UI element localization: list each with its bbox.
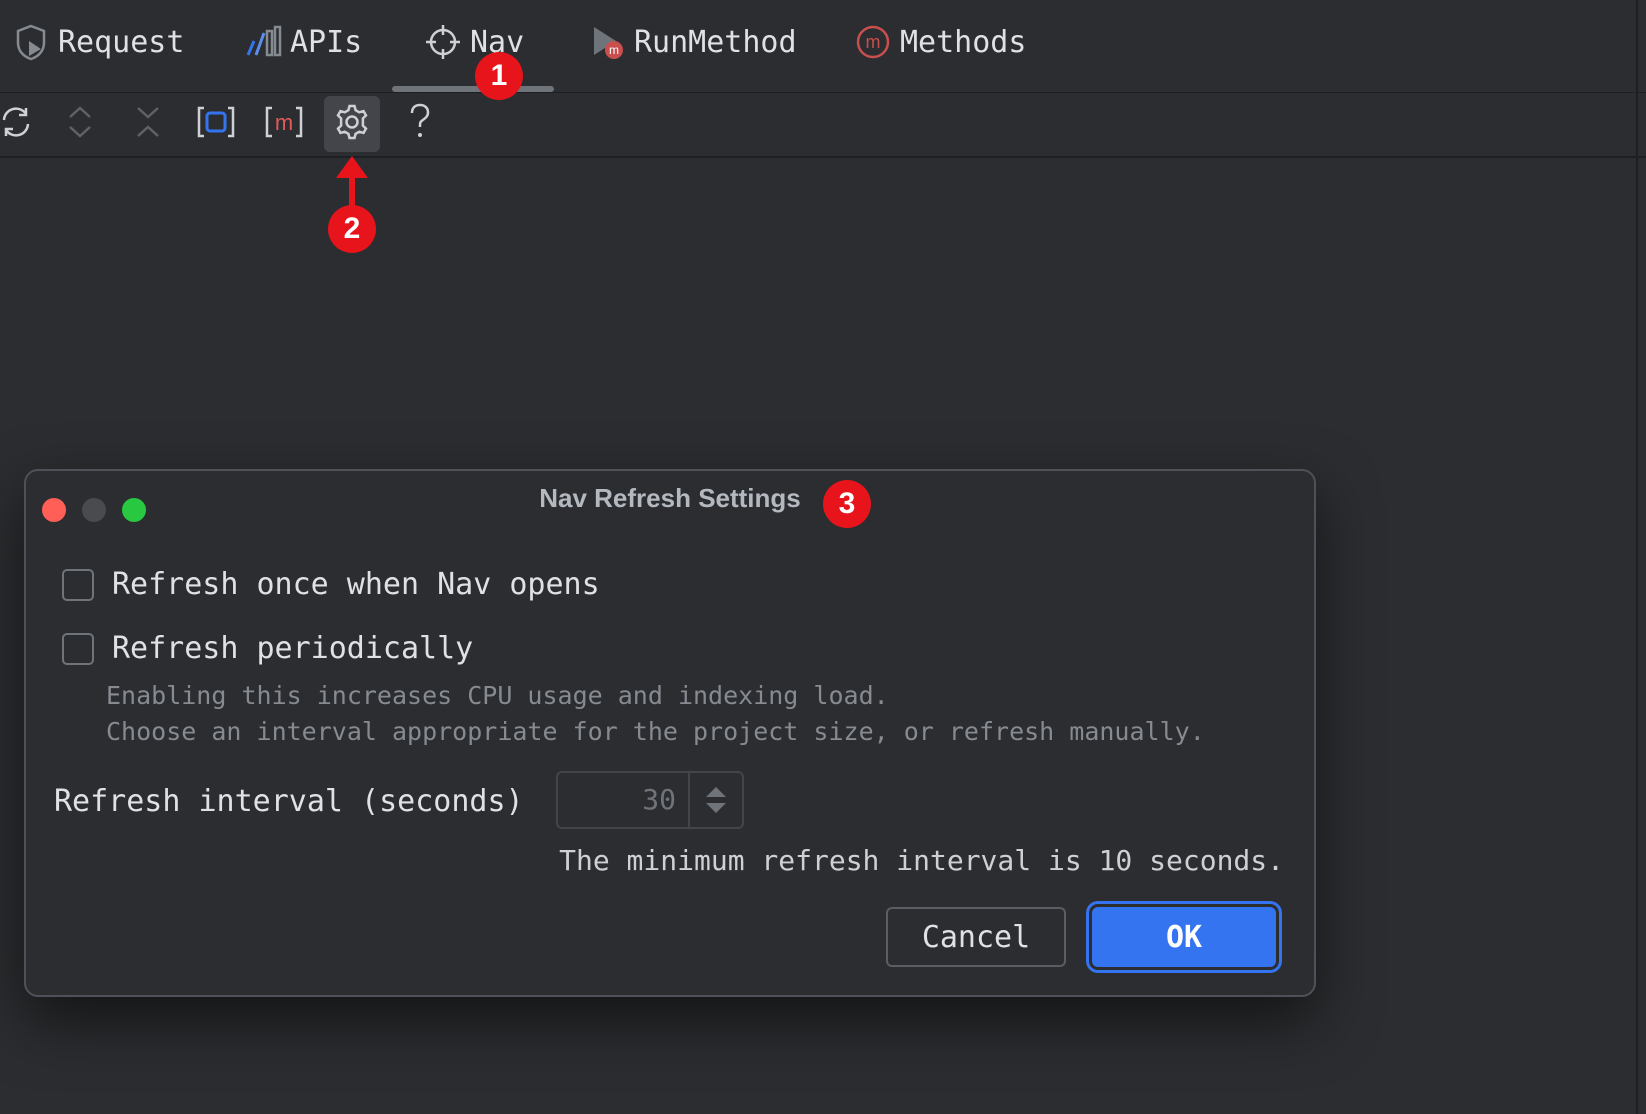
collapse-icon — [132, 104, 164, 144]
refresh-once-label: Refresh once when Nav opens — [112, 567, 600, 602]
help-button[interactable] — [392, 96, 448, 152]
dialog-title: Nav Refresh Settings — [539, 483, 801, 513]
window-edge-divider — [1636, 0, 1638, 1114]
refresh-icon — [0, 104, 34, 144]
tab-request[interactable]: Request — [12, 14, 184, 70]
select-frame-icon — [196, 104, 236, 144]
periodic-hint-line-2: Choose an interval appropriate for the p… — [106, 717, 1205, 746]
refresh-interval-label: Refresh interval (seconds) — [54, 784, 524, 819]
annotation-badge-2: 2 — [328, 205, 376, 253]
periodic-hint-line-1: Enabling this increases CPU usage and in… — [106, 681, 889, 710]
annotation-arrow — [336, 156, 368, 208]
minimum-interval-note: The minimum refresh interval is 10 secon… — [559, 844, 1284, 877]
annotation-badge-1: 1 — [475, 52, 523, 100]
refresh-button[interactable] — [0, 96, 44, 152]
tab-methods[interactable]: m Methods — [854, 14, 1026, 70]
methods-filter-button[interactable]: m — [256, 96, 312, 152]
tab-label: Request — [58, 24, 185, 60]
refresh-once-checkbox[interactable] — [62, 568, 94, 601]
refresh-periodically-label: Refresh periodically — [112, 631, 474, 666]
expand-icon — [64, 104, 96, 144]
refresh-once-option[interactable]: Refresh once when Nav opens — [62, 567, 600, 602]
refresh-interval-value[interactable]: 30 — [558, 773, 688, 827]
tab-runmethod[interactable]: m RunMethod — [588, 14, 797, 70]
ok-button[interactable]: OK — [1092, 907, 1276, 967]
apis-bars-icon — [244, 23, 282, 61]
select-opened-file-button[interactable] — [188, 96, 244, 152]
refresh-periodically-option[interactable]: Refresh periodically — [62, 631, 473, 666]
expand-all-button[interactable] — [52, 96, 108, 152]
svg-text:m: m — [609, 43, 619, 57]
settings-button[interactable] — [324, 96, 380, 152]
svg-text:m: m — [866, 32, 881, 52]
collapse-all-button[interactable] — [120, 96, 176, 152]
nav-refresh-settings-dialog: Nav Refresh Settings Refresh once when N… — [24, 469, 1316, 997]
tab-apis[interactable]: APIs — [244, 14, 362, 70]
tab-label: Methods — [900, 24, 1027, 60]
tab-label: APIs — [290, 24, 363, 60]
spinner-arrows — [690, 773, 742, 827]
gear-icon — [333, 103, 371, 145]
nav-toolbar: m — [0, 92, 1646, 158]
decrement-arrow-icon[interactable] — [704, 802, 728, 814]
tool-window-tab-bar: Request APIs Nav m RunMethod m Methods — [0, 0, 1646, 93]
cancel-button[interactable]: Cancel — [886, 907, 1066, 967]
method-m-icon: m — [264, 104, 304, 144]
refresh-interval-spinner[interactable]: 30 — [556, 771, 744, 829]
crosshair-icon — [424, 23, 462, 61]
refresh-periodically-checkbox[interactable] — [62, 632, 94, 665]
request-shield-icon — [12, 23, 50, 61]
increment-arrow-icon[interactable] — [704, 786, 728, 798]
svg-text:m: m — [275, 110, 293, 135]
help-icon — [405, 102, 435, 146]
tab-label: RunMethod — [634, 24, 797, 60]
methods-m-icon: m — [854, 23, 892, 61]
run-method-icon: m — [588, 23, 626, 61]
annotation-badge-3: 3 — [823, 480, 871, 528]
